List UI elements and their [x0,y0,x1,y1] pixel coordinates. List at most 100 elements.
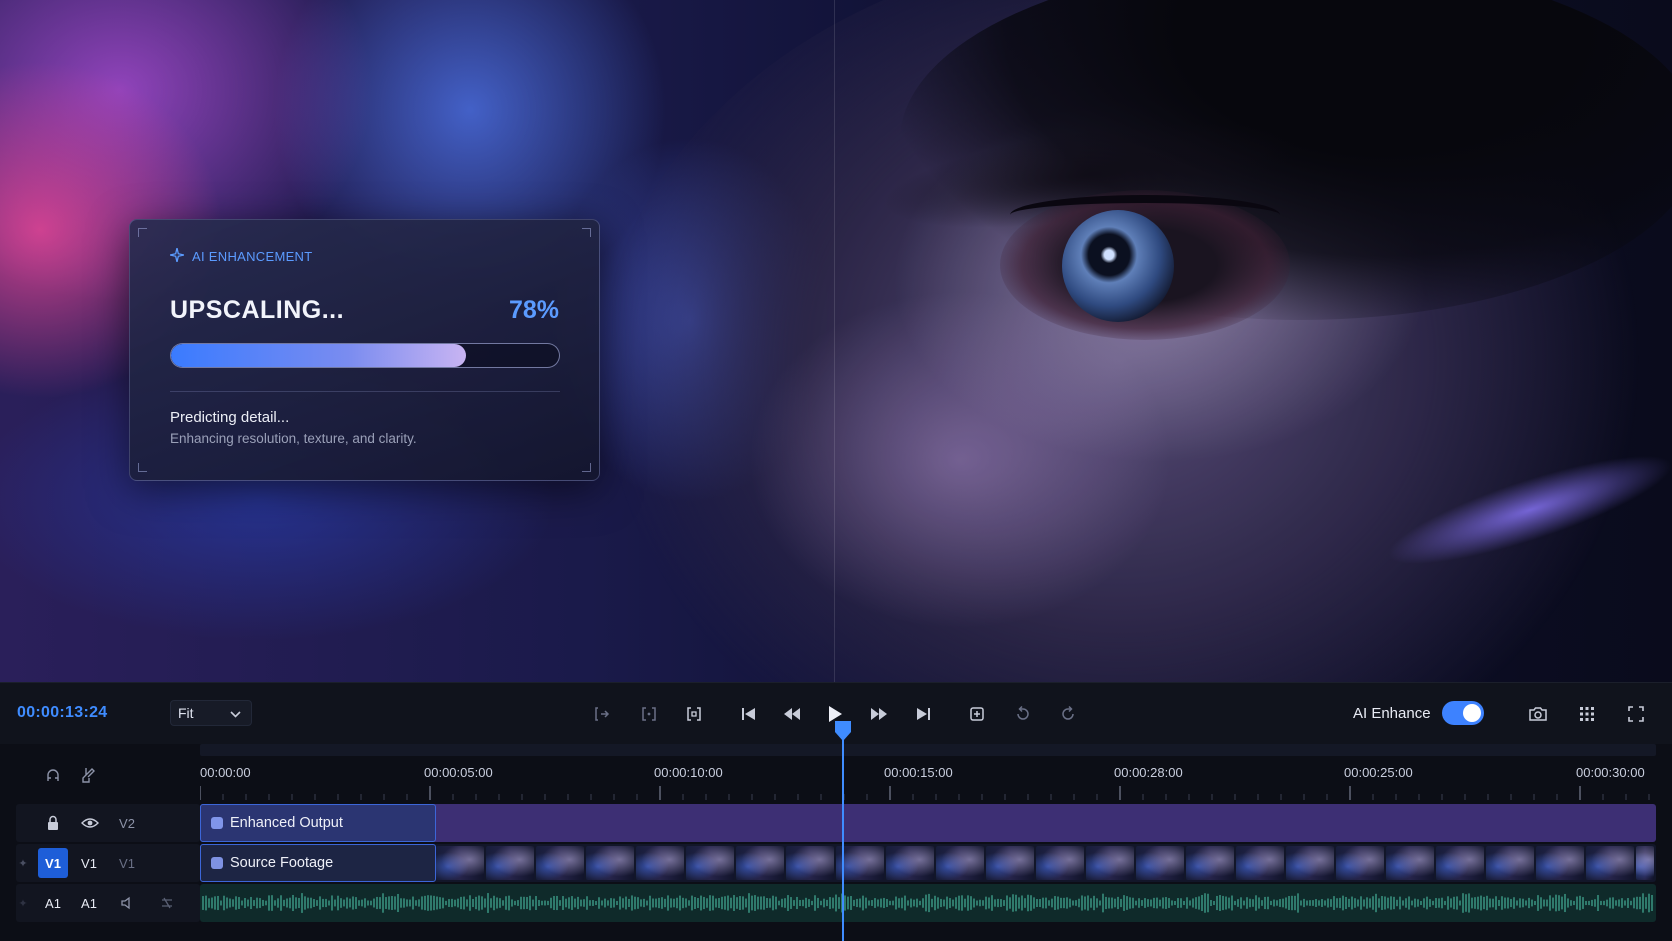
playhead-line[interactable] [842,724,844,941]
source-patch-a1[interactable]: A1 [38,893,68,913]
ai-panel-header-label: AI ENHANCEMENT [192,249,313,264]
ruler-tick-label: 00:00:05:00 [424,765,493,780]
waveform-bar [331,895,333,911]
waveform-bar [1528,897,1530,909]
waveform-bar [580,899,582,907]
waveform-bar [1645,897,1647,909]
waveform-bar [1075,900,1077,906]
waveform-bar [511,899,513,907]
waveform-bar [1024,898,1026,908]
clip-thumbnail [686,846,734,880]
redo-icon[interactable] [1055,701,1081,727]
mark-clip-icon[interactable] [636,701,662,727]
mute-icon[interactable] [116,893,138,913]
clip-thumbnail [1086,846,1134,880]
waveform-bar [1195,897,1197,909]
ai-enhance-toggle[interactable] [1442,701,1484,725]
track-sync-label[interactable]: V1 [112,853,142,873]
waveform-bar [448,899,450,907]
waveform-bar [1624,900,1626,906]
audio-waveform-clip[interactable] [200,884,1656,922]
waveform-bar [895,896,897,910]
step-forward-icon[interactable] [866,701,892,727]
waveform-bar [571,896,573,910]
waveform-bar [1189,900,1191,906]
fullscreen-icon[interactable] [1623,701,1649,727]
preview-eyelid [1010,195,1280,235]
insert-icon[interactable] [964,701,990,727]
waveform-bar [1057,896,1059,910]
corner-mark [582,228,591,237]
waveform-bar [1330,899,1332,907]
waveform-bar [751,895,753,911]
source-patch-v1[interactable]: V1 [38,848,68,878]
waveform-bar [868,900,870,906]
zoom-select[interactable]: Fit [170,700,252,726]
waveform-bar [619,896,621,910]
waveform-bar [1453,896,1455,910]
video-viewer[interactable]: AI ENHANCEMENT UPSCALING... 78% Predicti… [0,0,1672,682]
mark-in-icon[interactable] [589,701,615,727]
track-target-icon[interactable]: ✦ [16,893,30,913]
lock-icon[interactable] [42,813,64,833]
waveform-bar [328,900,330,906]
waveform-bar [550,897,552,909]
waveform-bar [832,897,834,909]
waveform-bar [301,893,303,913]
waveform-bar [673,898,675,908]
enhanced-output-clip[interactable]: Enhanced Output [200,804,1656,842]
waveform-bar [583,899,585,907]
waveform-bar [1435,898,1437,908]
razor-tool-icon[interactable] [78,764,100,786]
clip-thumbnail [1536,846,1584,880]
source-footage-clip[interactable]: Source Footage [200,844,1656,882]
eye-icon[interactable] [78,813,102,833]
snap-magnet-icon[interactable] [42,764,64,786]
waveform-bar [1480,895,1482,911]
snapshot-icon[interactable] [1525,701,1551,727]
waveform-bar [283,899,285,907]
waveform-bar [235,896,237,910]
grid-icon[interactable] [1574,701,1600,727]
waveform-bar [1306,900,1308,906]
go-to-start-icon[interactable] [736,701,762,727]
track-target-icon[interactable]: ✦ [16,853,30,873]
waveform-bar [1129,897,1131,909]
waveform-bar [733,895,735,911]
match-frame-icon[interactable] [681,701,707,727]
waveform-bar [1243,900,1245,906]
undo-icon[interactable] [1010,701,1036,727]
solo-icon[interactable] [156,893,178,913]
waveform-bar [469,895,471,911]
waveform-bar [637,897,639,909]
waveform-bar [1633,897,1635,909]
waveform-bar [877,899,879,907]
go-to-end-icon[interactable] [910,701,936,727]
waveform-bar [694,897,696,909]
playhead-handle[interactable] [834,720,852,742]
timeline-ruler[interactable]: 00:00:00 00:00:05:00 00:00:10:00 00:00:15:0… [200,744,1656,802]
waveform-bar [412,896,414,910]
timecode-display[interactable]: 00:00:13:24 [17,704,107,722]
waveform-bar [730,897,732,909]
waveform-bar [208,898,210,908]
waveform-bar [1543,899,1545,907]
waveform-bar [1147,899,1149,907]
waveform-bar [313,899,315,907]
ai-panel-header: AI ENHANCEMENT [169,247,313,265]
ruler-scroll-bar[interactable] [200,744,1656,756]
waveform-bar [670,898,672,908]
waveform-bar [712,895,714,911]
waveform-bar [271,895,273,911]
waveform-bar [265,900,267,906]
clip-thumbnail [886,846,934,880]
compare-split-line[interactable] [834,0,835,682]
waveform-bar [1186,897,1188,909]
waveform-bar [964,898,966,908]
step-back-icon[interactable] [779,701,805,727]
waveform-bar [667,895,669,911]
waveform-bar [1045,897,1047,909]
waveform-bar [817,897,819,909]
waveform-bar [589,900,591,906]
waveform-bar [244,898,246,908]
